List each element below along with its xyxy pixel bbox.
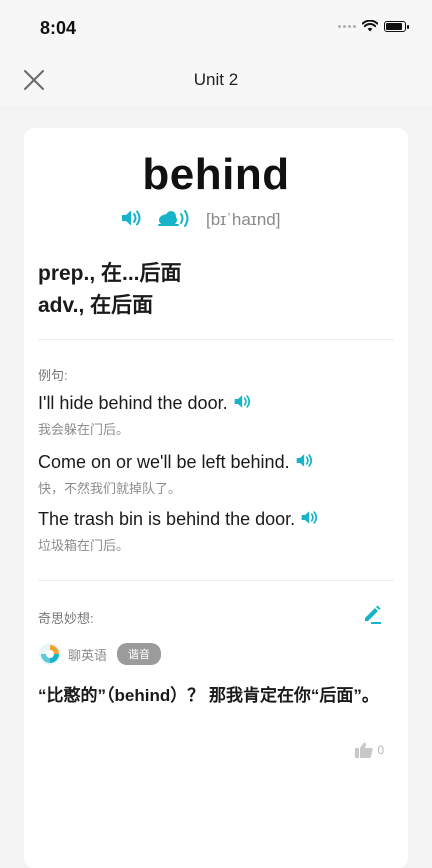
speaker-icon [301,511,318,524]
headword: behind [142,150,290,199]
status-bar: 8:04 [0,0,432,56]
speaker-icon [234,395,250,408]
page-title: Unit 2 [193,70,239,89]
author-avatar-icon [39,643,61,665]
example-translation: 快，不然我们就掉队了。 [38,481,182,496]
example-item: The trash bin is behind the door. 垃圾箱在门后… [38,509,398,554]
example-sentence: I'll hide behind the door. [38,393,398,414]
examples-label: 例句: [38,368,68,383]
play-example-button[interactable] [295,452,315,473]
example-sentence: Come on or we'll be left behind. [38,452,398,473]
idea-comment: “比憨的”（behind）？ 那我肯定在你“后面”。 [38,686,379,705]
example-item: I'll hide behind the door. 我会躲在门后。 [38,393,398,438]
example-text: Come on or we'll be left behind. [38,452,290,472]
speaker-icon [122,210,141,225]
example-text: I'll hide behind the door. [38,393,228,413]
play-pronunciation-button[interactable] [120,209,144,232]
divider [38,580,394,581]
author-row: 聊英语 谐音 [38,642,162,666]
example-sentence: The trash bin is behind the door. [38,509,398,530]
status-time: 8:04 [40,18,77,38]
play-example-button[interactable] [300,509,320,530]
like-count: 0 [377,743,384,757]
wifi-icon [362,20,378,32]
speaker-icon [296,454,312,467]
slow-speaker-icon [158,209,189,227]
definitions: prep., 在...后面 adv., 在后面 [38,258,182,322]
pronunciation-row: [bɪˈhaɪnd] [120,209,280,231]
phonetic: [bɪˈhaɪnd] [206,210,281,229]
edit-button[interactable] [362,604,382,629]
category-badge: 谐音 [117,643,162,665]
definition-line: adv., 在后面 [38,294,154,317]
word-card: behind [bɪˈhaɪnd] prep., 在...后面 adv., 在后… [24,128,408,868]
battery-icon [384,20,409,32]
status-icons [338,20,409,32]
author-name[interactable]: 聊英语 [68,645,107,664]
nav-bar: Unit 2 [0,56,432,106]
edit-icon [365,605,381,624]
ideas-label: 奇思妙想: [38,611,94,626]
example-translation: 我会躲在门后。 [38,422,130,437]
like-button[interactable]: 0 [355,742,384,758]
definition-line: prep., 在...后面 [38,262,182,285]
play-example-button[interactable] [233,393,253,414]
example-text: The trash bin is behind the door. [38,509,296,529]
example-translation: 垃圾箱在门后。 [38,538,130,553]
example-item: Come on or we'll be left behind. 快，不然我们就… [38,452,398,497]
play-slow-pronunciation-button[interactable] [158,208,194,233]
divider [38,339,394,340]
signal-icon [338,24,356,28]
thumbs-up-icon [355,742,373,758]
